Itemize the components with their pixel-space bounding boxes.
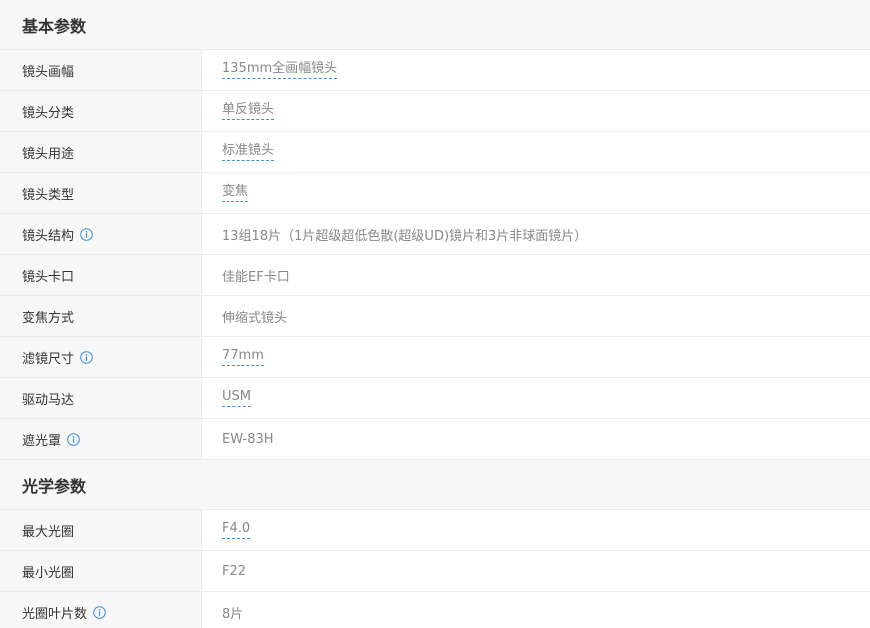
spec-value-cell: 佳能EF卡口	[202, 255, 870, 295]
spec-label-cell: 镜头分类	[0, 91, 202, 131]
spec-label-cell: 镜头类型	[0, 173, 202, 213]
section-title: 光学参数	[22, 476, 87, 496]
spec-label-cell: 光圈叶片数	[0, 592, 202, 628]
spec-value: 8片	[222, 606, 244, 622]
spec-value-cell: 8片	[202, 592, 870, 628]
spec-value: 伸缩式镜头	[222, 310, 288, 326]
spec-row: 镜头类型 变焦	[0, 173, 870, 214]
spec-label: 镜头卡口	[22, 269, 75, 285]
spec-row: 变焦方式 伸缩式镜头	[0, 296, 870, 337]
spec-row: 镜头分类 单反镜头	[0, 91, 870, 132]
spec-label: 变焦方式	[22, 310, 75, 326]
section-header-optical: 光学参数	[0, 460, 870, 510]
info-circle-icon[interactable]	[93, 605, 106, 619]
spec-label-cell: 镜头画幅	[0, 50, 202, 90]
spec-row: 镜头结构 13组18片（1片超级超低色散(超级UD)镜片和3片非球面镜片）	[0, 214, 870, 255]
spec-value-cell: F4.0	[202, 510, 870, 550]
spec-row: 镜头用途 标准镜头	[0, 132, 870, 173]
spec-label: 光圈叶片数	[22, 606, 88, 622]
spec-value-cell: USM	[202, 378, 870, 418]
spec-label: 镜头画幅	[22, 64, 75, 80]
spec-label: 滤镜尺寸	[22, 351, 75, 367]
spec-value-link[interactable]: 单反镜头	[222, 102, 275, 120]
spec-label: 遮光罩	[22, 433, 62, 449]
spec-value-cell: 伸缩式镜头	[202, 296, 870, 336]
spec-row: 滤镜尺寸 77mm	[0, 337, 870, 378]
spec-label: 最小光圈	[22, 565, 75, 581]
spec-value-cell: EW-83H	[202, 419, 870, 459]
spec-label-cell: 驱动马达	[0, 378, 202, 418]
spec-label-cell: 镜头结构	[0, 214, 202, 254]
spec-row: 光圈叶片数 8片	[0, 592, 870, 628]
spec-label: 镜头用途	[22, 146, 75, 162]
spec-value-cell: 135mm全画幅镜头	[202, 50, 870, 90]
spec-value-cell: F22	[202, 551, 870, 591]
info-circle-icon[interactable]	[67, 432, 80, 446]
spec-row: 最小光圈 F22	[0, 551, 870, 592]
spec-value-cell: 单反镜头	[202, 91, 870, 131]
spec-label-cell: 滤镜尺寸	[0, 337, 202, 377]
spec-value-cell: 变焦	[202, 173, 870, 213]
spec-value-cell: 13组18片（1片超级超低色散(超级UD)镜片和3片非球面镜片）	[202, 214, 870, 254]
spec-table: 基本参数 镜头画幅 135mm全画幅镜头 镜头分类 单反镜头 镜头用途 标准镜头…	[0, 0, 870, 628]
spec-value: 佳能EF卡口	[222, 269, 290, 285]
spec-value-cell: 77mm	[202, 337, 870, 377]
spec-label: 最大光圈	[22, 524, 75, 540]
spec-value-link[interactable]: 标准镜头	[222, 143, 275, 161]
spec-label-cell: 最小光圈	[0, 551, 202, 591]
spec-label: 镜头结构	[22, 228, 75, 244]
spec-row: 遮光罩 EW-83H	[0, 419, 870, 460]
spec-value: 13组18片（1片超级超低色散(超级UD)镜片和3片非球面镜片）	[222, 228, 588, 244]
spec-row: 驱动马达 USM	[0, 378, 870, 419]
spec-value-link[interactable]: USM	[222, 389, 251, 407]
spec-label-cell: 变焦方式	[0, 296, 202, 336]
spec-value-link[interactable]: F4.0	[222, 521, 251, 539]
spec-value: F22	[222, 563, 247, 579]
spec-value-link[interactable]: 变焦	[222, 184, 249, 202]
info-circle-icon[interactable]	[80, 227, 93, 241]
spec-label: 镜头分类	[22, 105, 75, 121]
spec-value-link[interactable]: 77mm	[222, 348, 264, 366]
spec-label: 驱动马达	[22, 392, 75, 408]
spec-row: 最大光圈 F4.0	[0, 510, 870, 551]
spec-value-cell: 标准镜头	[202, 132, 870, 172]
spec-row: 镜头画幅 135mm全画幅镜头	[0, 50, 870, 91]
section-header-basic: 基本参数	[0, 0, 870, 50]
spec-row: 镜头卡口 佳能EF卡口	[0, 255, 870, 296]
spec-value: EW-83H	[222, 431, 274, 447]
section-title: 基本参数	[22, 16, 87, 36]
info-circle-icon[interactable]	[80, 350, 93, 364]
spec-value-link[interactable]: 135mm全画幅镜头	[222, 61, 338, 79]
spec-label-cell: 最大光圈	[0, 510, 202, 550]
spec-label: 镜头类型	[22, 187, 75, 203]
spec-label-cell: 遮光罩	[0, 419, 202, 459]
spec-label-cell: 镜头用途	[0, 132, 202, 172]
spec-label-cell: 镜头卡口	[0, 255, 202, 295]
